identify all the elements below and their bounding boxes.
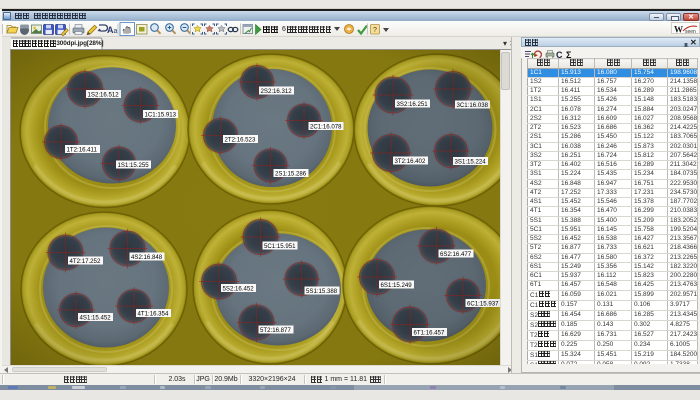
svg-text:a: a bbox=[114, 28, 118, 35]
svg-text:W: W bbox=[674, 25, 683, 35]
svg-text:seen: seen bbox=[685, 29, 696, 34]
svg-text:?: ? bbox=[373, 27, 377, 34]
